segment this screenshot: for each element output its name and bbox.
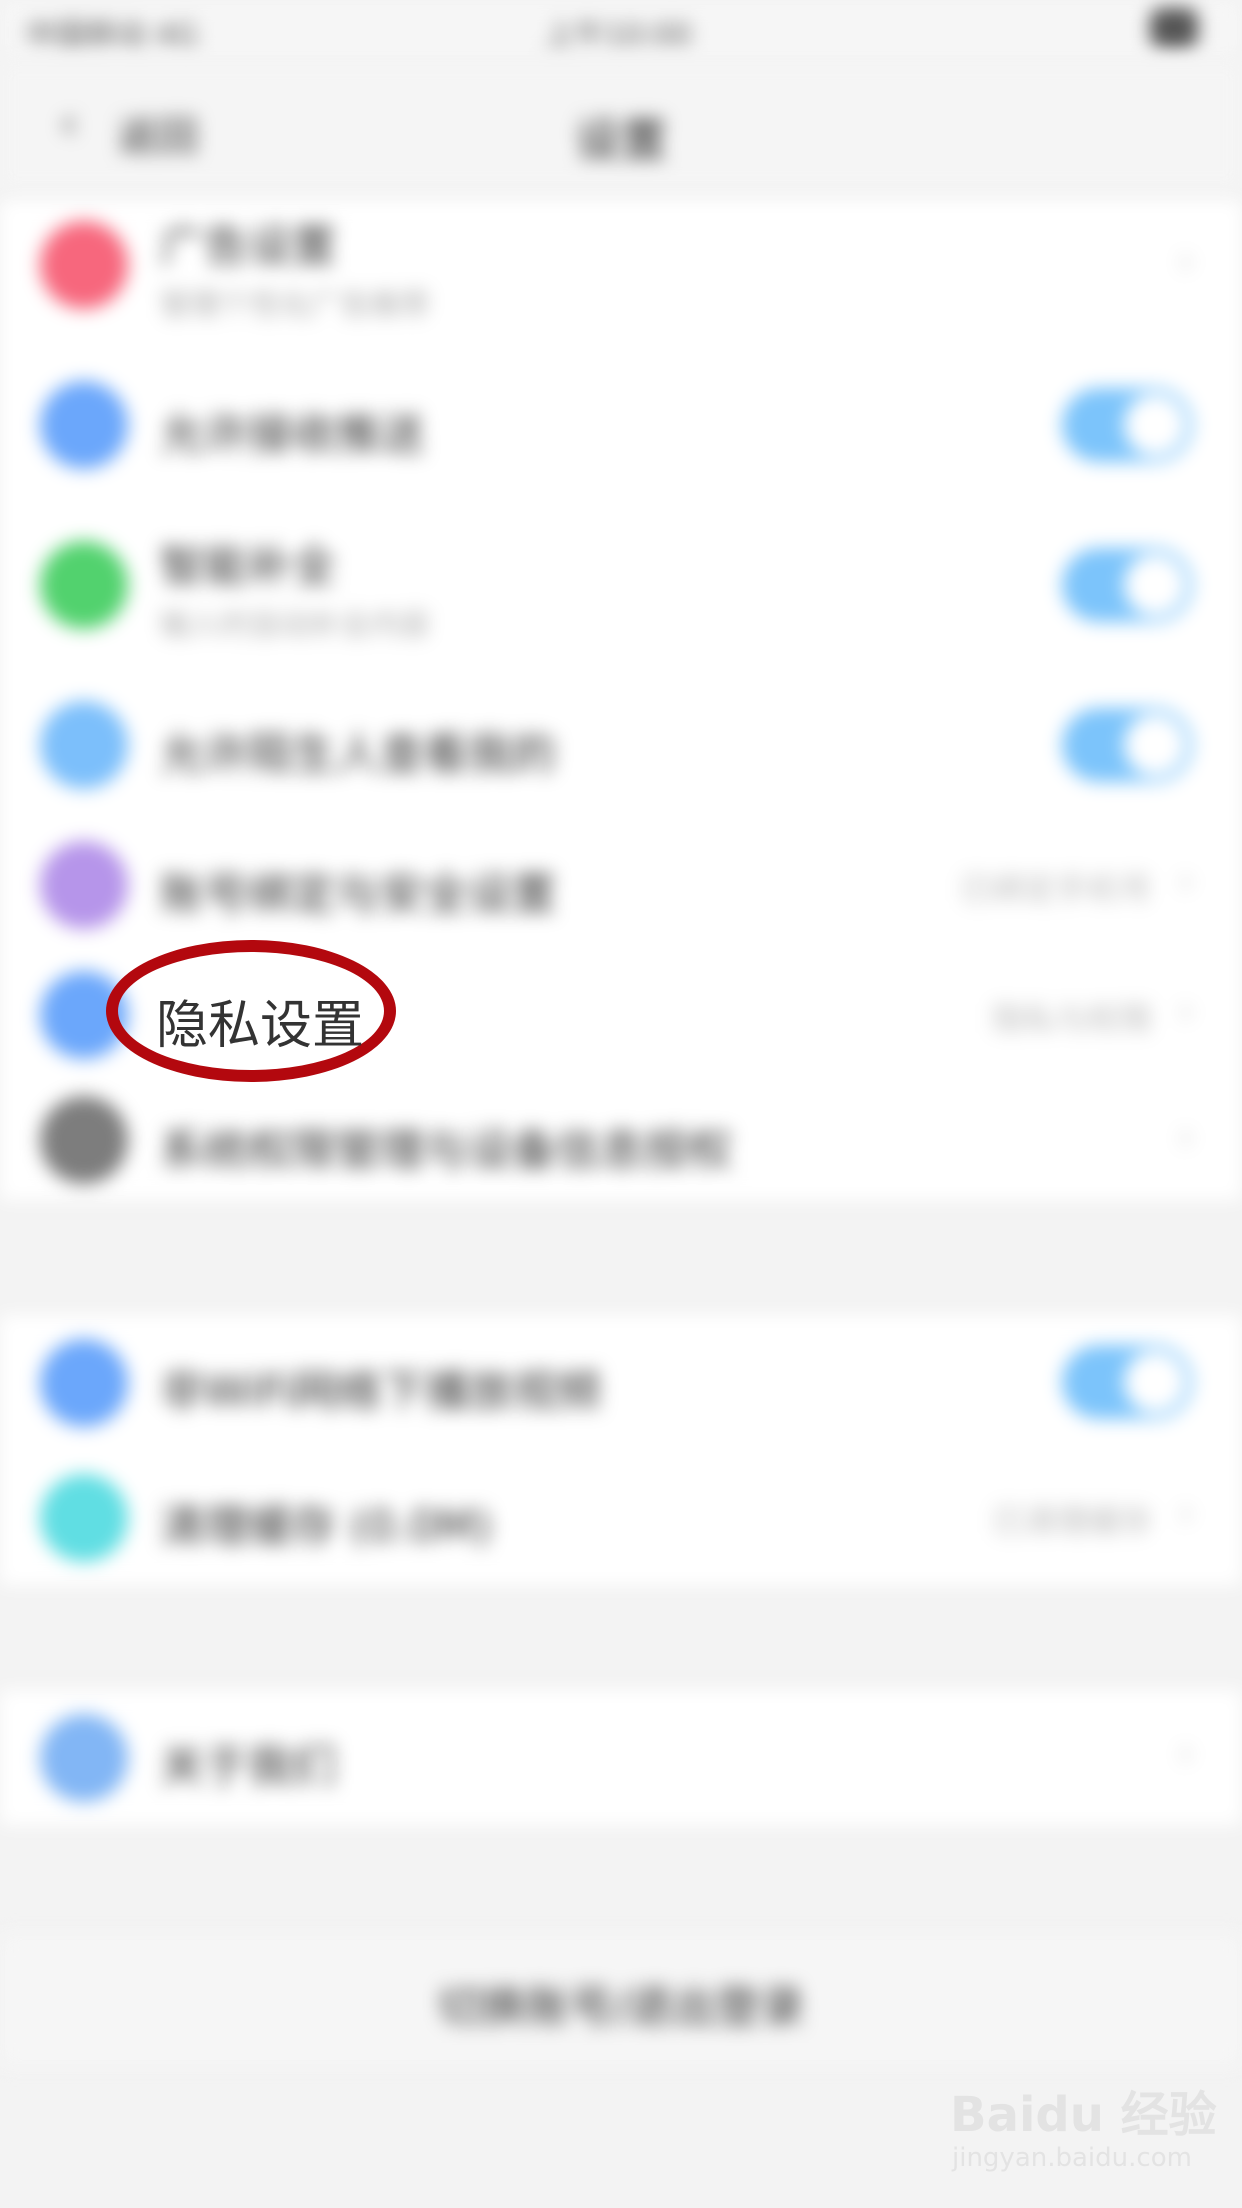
settings-row-stranger[interactable]: 允许陌生人查看我的	[0, 680, 1242, 810]
toggle-knob	[1124, 554, 1186, 616]
privacy-settings-label[interactable]: 隐私设置	[156, 983, 364, 1058]
about-icon	[40, 1714, 128, 1802]
account-icon	[40, 841, 128, 929]
settings-row-clear-cache[interactable]: 清理缓存 (0.0M) 已清理缓存 ›	[0, 1450, 1242, 1585]
stranger-toggle[interactable]	[1062, 708, 1192, 782]
row-label: 智能补全	[160, 541, 336, 592]
logout-label: 切换账号/退出登录	[437, 1982, 805, 2033]
row-label: 清理缓存 (0.0M)	[160, 1501, 493, 1552]
chevron-right-icon: ›	[1178, 988, 1194, 1034]
row-sublabel: 管理个性化广告推荐	[160, 288, 430, 323]
stranger-icon	[40, 701, 128, 789]
row-label: 广告设置	[160, 221, 336, 272]
status-carrier: 中国移动 4G	[26, 18, 198, 53]
video-icon	[40, 1339, 128, 1427]
navigation-bar: ‹ 返回 设置	[0, 60, 1242, 190]
row-label: 允许陌生人查看我的	[160, 729, 556, 780]
chevron-right-icon: ›	[1178, 1730, 1194, 1776]
row-label: 系统权限管理与设备信息授权	[160, 1125, 732, 1176]
watermark-logo: Baidu 经验	[950, 2087, 1217, 2143]
chevron-right-icon: ›	[1178, 238, 1194, 284]
logout-button[interactable]: 切换账号/退出登录	[0, 1935, 1242, 2065]
row-value: 隐私与权限	[991, 1000, 1152, 1038]
status-time: 上午10:00	[545, 18, 692, 53]
settings-row-about[interactable]: 关于我们 ›	[0, 1690, 1242, 1825]
settings-row-permissions[interactable]: 系统权限管理与设备信息授权 ›	[0, 1080, 1242, 1200]
settings-row-video-nonwifi[interactable]: 非WiFi网络下播放视频	[0, 1315, 1242, 1450]
autocomplete-icon	[40, 541, 128, 629]
status-bar: 中国移动 4G 上午10:00	[0, 0, 1242, 60]
settings-row-push[interactable]: 允许接收推送	[0, 360, 1242, 490]
video-toggle[interactable]	[1062, 1345, 1192, 1419]
settings-row-autocomplete[interactable]: 智能补全 输入时自动补全内容	[0, 520, 1242, 650]
row-label: 关于我们	[160, 1741, 336, 1792]
settings-group-3: 关于我们 ›	[0, 1690, 1242, 1825]
battery-icon	[1150, 8, 1198, 48]
row-label: 允许接收推送	[160, 409, 424, 460]
watermark-url: jingyan.baidu.com	[952, 2143, 1192, 2173]
settings-group-2: 非WiFi网络下播放视频 清理缓存 (0.0M) 已清理缓存 ›	[0, 1315, 1242, 1585]
chevron-right-icon: ›	[1178, 858, 1194, 904]
cache-icon	[40, 1474, 128, 1562]
push-toggle[interactable]	[1062, 388, 1192, 462]
row-value: 已绑定手机号	[959, 870, 1152, 908]
settings-row-ads[interactable]: 广告设置 管理个性化广告推荐 ›	[0, 200, 1242, 330]
permissions-icon	[40, 1096, 128, 1184]
settings-row-account-security[interactable]: 账号绑定与安全设置 已绑定手机号 ›	[0, 820, 1242, 950]
toggle-knob	[1124, 714, 1186, 776]
ads-icon	[40, 221, 128, 309]
row-label: 账号绑定与安全设置	[160, 869, 556, 920]
page-title: 设置	[575, 113, 667, 167]
autocomplete-toggle[interactable]	[1062, 548, 1192, 622]
watermark: Baidu 经验 jingyan.baidu.com	[950, 2075, 1217, 2185]
row-sublabel: 输入时自动补全内容	[160, 608, 430, 643]
push-icon	[40, 381, 128, 469]
chevron-right-icon: ›	[1178, 1114, 1194, 1160]
row-value: 已清理缓存	[991, 1502, 1152, 1540]
chevron-right-icon: ›	[1178, 1490, 1194, 1536]
toggle-knob	[1124, 1351, 1186, 1413]
row-label: 非WiFi网络下播放视频	[160, 1366, 602, 1417]
toggle-knob	[1124, 394, 1186, 456]
